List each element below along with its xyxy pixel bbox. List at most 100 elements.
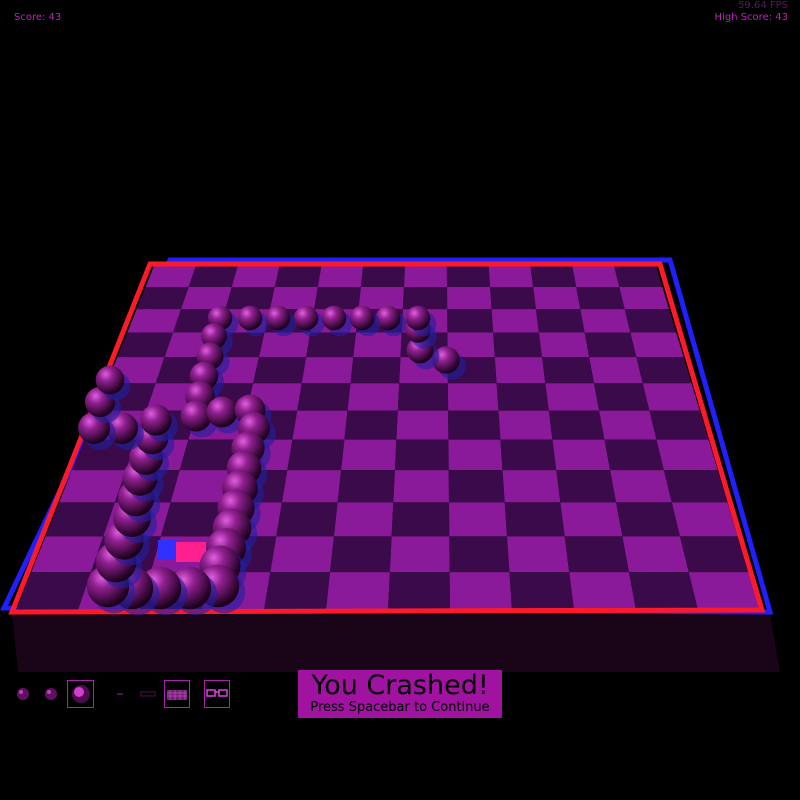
board-tile: [642, 383, 700, 411]
board-tile: [446, 266, 491, 288]
board-tile: [264, 572, 331, 610]
snake-segment: [349, 305, 375, 331]
dot-small-icon: [117, 693, 123, 695]
board-tile: [314, 287, 361, 310]
score-label: Score: 43: [14, 12, 62, 23]
board-tile: [447, 287, 492, 310]
board-tile: [449, 572, 512, 610]
board-tile: [347, 383, 400, 411]
board-tile: [253, 357, 307, 384]
board-tile: [622, 536, 689, 573]
board-tile: [333, 502, 394, 537]
board-tile: [649, 410, 709, 440]
board-tile: [504, 502, 565, 537]
board-tile: [500, 439, 557, 471]
board-tile: [624, 309, 677, 333]
board-tile: [448, 470, 505, 503]
board-tile: [231, 266, 280, 288]
board-tile: [556, 470, 617, 503]
food-block: [158, 540, 178, 560]
board-tile: [580, 309, 631, 333]
sphere-small-icon: [17, 688, 29, 700]
snake-segment: [237, 305, 263, 331]
board-tile: [117, 332, 174, 358]
board-tile: [136, 287, 189, 310]
board-tile: [564, 536, 629, 573]
board-tile: [448, 410, 501, 440]
snake-segment: [265, 305, 291, 331]
board-tile: [449, 502, 508, 537]
board-tile: [636, 357, 692, 384]
board-tile: [281, 470, 342, 503]
board-tile: [447, 383, 499, 411]
board-tile: [393, 470, 450, 503]
dash-button[interactable]: [138, 680, 158, 708]
board-tile: [616, 502, 681, 537]
crash-subtitle: Press Spacebar to Continue: [310, 700, 490, 715]
board-tile: [680, 536, 749, 573]
board-tile: [491, 309, 539, 333]
texture-icon: [167, 690, 187, 700]
board-tile: [449, 536, 510, 573]
board-tile: [301, 357, 354, 384]
board-tile: [671, 502, 738, 537]
board-tile: [507, 536, 570, 573]
board-tile: [560, 502, 623, 537]
snake-segment: [293, 305, 319, 331]
board-tile: [181, 287, 232, 310]
board-tile: [358, 287, 404, 310]
board-tile: [545, 383, 600, 411]
board-tile: [594, 383, 650, 411]
board-tile: [599, 410, 657, 440]
snake-segment: [405, 305, 431, 331]
snake-segment: [321, 305, 347, 331]
high-score-label: High Score: 43: [714, 12, 788, 23]
board-tile: [337, 470, 395, 503]
board-tile: [388, 572, 450, 610]
board-tile: [619, 287, 670, 310]
board-tile: [548, 410, 605, 440]
board-tile: [274, 266, 322, 288]
board-tile: [306, 332, 356, 358]
snake-segment: [140, 404, 172, 436]
texture-button[interactable]: [164, 680, 190, 708]
board-tile: [584, 332, 637, 358]
board-tile: [542, 357, 595, 384]
board-tile: [576, 287, 625, 310]
board-tile: [538, 332, 590, 358]
board-tile: [389, 536, 450, 573]
3d-glasses-button[interactable]: [204, 680, 230, 708]
board-tile: [589, 357, 643, 384]
board-tile: [317, 266, 364, 288]
board-tile: [360, 266, 405, 288]
board-tile: [448, 439, 503, 471]
board-side: [12, 614, 780, 672]
board-tile: [145, 266, 196, 288]
board-tile: [493, 332, 543, 358]
board-tile: [326, 572, 390, 610]
board-tile: [604, 439, 664, 471]
fps-counter: 59.64 FPS: [738, 0, 788, 11]
board-tile: [391, 502, 450, 537]
board-tile: [341, 439, 397, 471]
board-tile: [530, 266, 577, 288]
sphere-large-button[interactable]: [67, 680, 94, 708]
board-tile: [535, 309, 585, 333]
sphere-medium-button[interactable]: [42, 680, 60, 708]
board-tile: [502, 470, 561, 503]
board-tile: [663, 470, 728, 503]
dash-icon: [140, 691, 156, 697]
board-tile: [402, 287, 448, 310]
board-tile: [533, 287, 581, 310]
board-tile: [488, 266, 534, 288]
crash-message: You Crashed! Press Spacebar to Continue: [298, 670, 502, 718]
board-tile: [188, 266, 238, 288]
dot-small-button[interactable]: [112, 680, 128, 708]
sphere-small-button[interactable]: [14, 680, 32, 708]
board-tile: [276, 502, 338, 537]
sphere-medium-icon: [45, 688, 57, 700]
snake-segment: [180, 400, 212, 432]
board-tile: [688, 572, 760, 610]
board-tile: [397, 383, 449, 411]
board-tile: [447, 309, 494, 333]
